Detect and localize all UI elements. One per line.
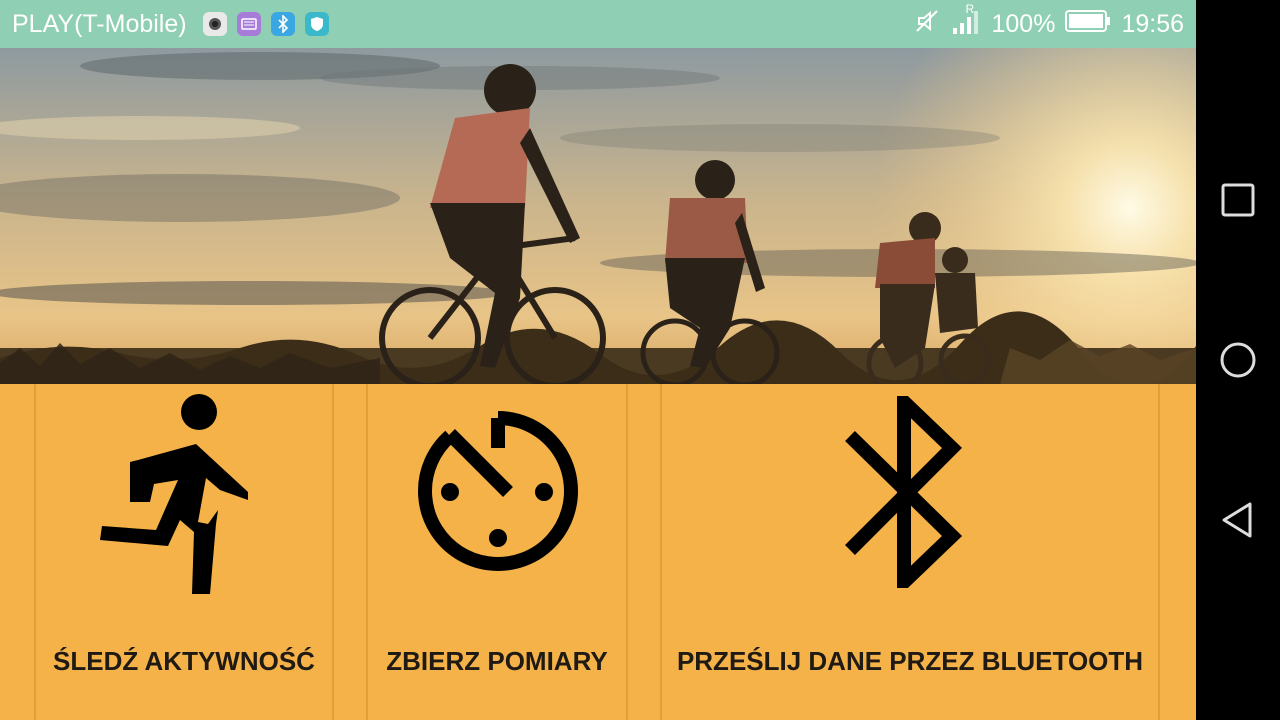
status-bar: PLAY(T-Mobile) R 100% 19:56 xyxy=(0,0,1196,48)
mute-icon xyxy=(913,7,941,42)
camera-icon xyxy=(202,12,227,36)
timer-icon xyxy=(412,406,584,583)
battery-icon xyxy=(1065,9,1111,40)
status-left: PLAY(T-Mobile) xyxy=(12,0,329,48)
feature-tiles: ŚLEDŹ AKTYWNOŚĆ ZBIERZ POMIARY PRZEŚLIJ … xyxy=(0,384,1196,720)
hero-image-cyclists xyxy=(0,48,1196,384)
shield-icon xyxy=(304,12,329,36)
running-person-icon xyxy=(98,392,252,601)
back-button[interactable] xyxy=(1216,498,1260,542)
bluetooth-icon xyxy=(840,385,968,599)
tile-collect-measurements[interactable]: ZBIERZ POMIARY xyxy=(368,384,626,720)
recents-button[interactable] xyxy=(1216,178,1260,222)
divider xyxy=(332,384,334,720)
tile-track-activity[interactable]: ŚLEDŹ AKTYWNOŚĆ xyxy=(36,384,332,720)
keyboard-icon xyxy=(236,12,261,36)
home-button[interactable] xyxy=(1216,338,1260,382)
app-screen: PLAY(T-Mobile) R 100% 19:56 ŚLEDŹ AKTYWN… xyxy=(0,0,1196,720)
battery-percent: 100% xyxy=(991,9,1056,38)
signal-icon: R xyxy=(951,2,981,43)
tile-label: ZBIERZ POMIARY xyxy=(386,646,608,676)
tile-label: ŚLEDŹ AKTYWNOŚĆ xyxy=(53,646,315,676)
status-right: R 100% 19:56 xyxy=(913,0,1184,48)
divider xyxy=(1158,384,1160,720)
clock: 19:56 xyxy=(1121,9,1184,38)
roaming-indicator: R xyxy=(965,1,975,16)
navigation-bar xyxy=(1196,0,1280,720)
bluetooth-icon xyxy=(270,12,295,36)
tile-label: PRZEŚLIJ DANE PRZEZ BLUETOOTH xyxy=(676,646,1144,676)
carrier-name: PLAY(T-Mobile) xyxy=(12,9,187,38)
divider xyxy=(626,384,628,720)
tile-send-bluetooth[interactable]: PRZEŚLIJ DANE PRZEZ BLUETOOTH xyxy=(662,384,1158,720)
